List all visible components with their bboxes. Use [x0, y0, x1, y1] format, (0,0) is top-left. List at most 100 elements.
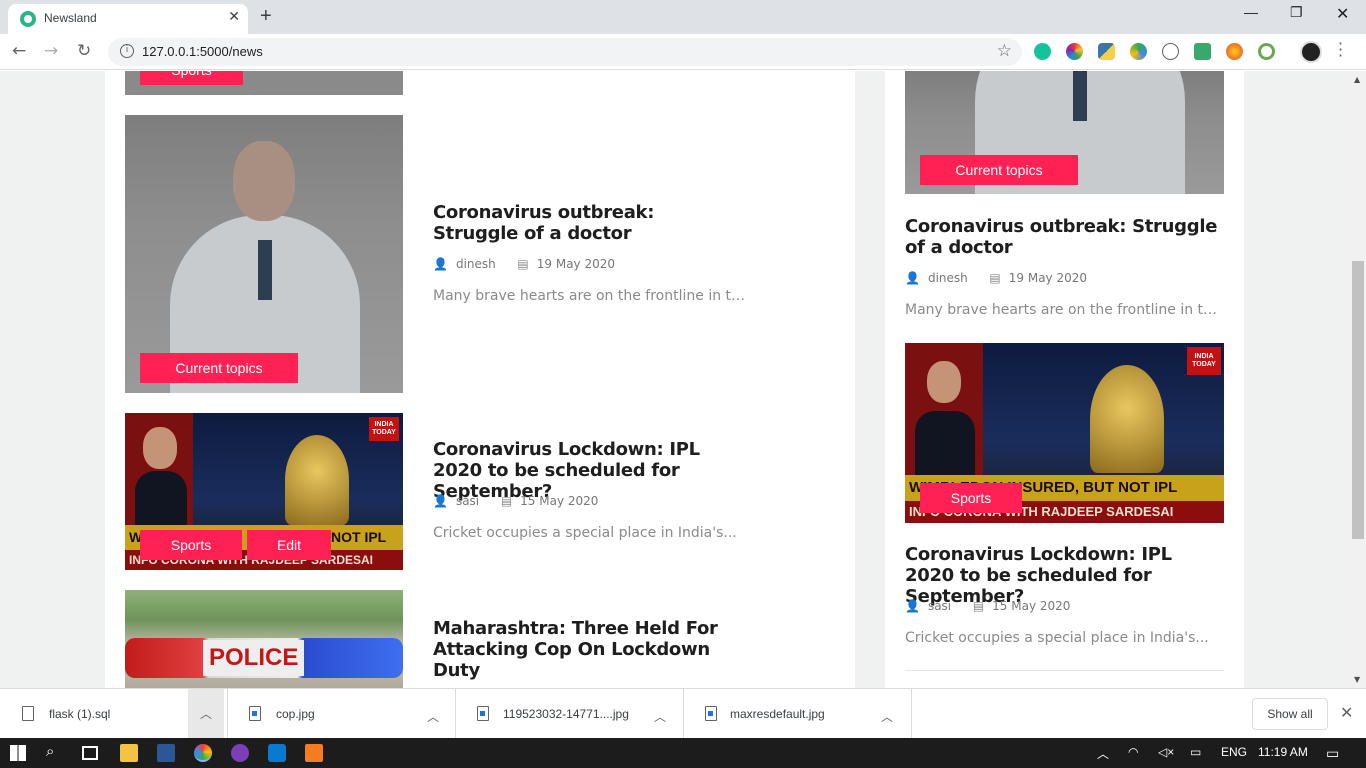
image-file-icon	[705, 706, 717, 721]
code-extension-icon[interactable]	[1162, 43, 1179, 60]
sidebar-article-title[interactable]: Coronavirus Lockdown: IPL 2020 to be sch…	[905, 544, 1225, 607]
clock[interactable]: 11:19 AM	[1258, 745, 1308, 759]
restore-icon[interactable]: ❐	[1290, 4, 1303, 21]
chevron-up-icon[interactable]: ︿	[869, 705, 905, 729]
police-sign: POLICE	[203, 640, 305, 676]
grammarly-extension-icon[interactable]	[1034, 43, 1051, 60]
chevron-up-icon[interactable]: ︿	[188, 689, 224, 739]
wifi-icon[interactable]: ◠	[1128, 745, 1138, 759]
new-tab-icon[interactable]: +	[260, 5, 272, 28]
user-icon: 👤	[433, 494, 448, 508]
category-tag-current-topics[interactable]: Current topics	[140, 353, 298, 383]
favicon-icon	[20, 11, 36, 27]
doctor-tie	[1073, 71, 1087, 121]
scroll-thumb[interactable]	[1352, 261, 1364, 539]
sidebar-tag-sports[interactable]: Sports	[920, 483, 1022, 513]
sidebar-article-title[interactable]: Coronavirus outbreak: Struggle of a doct…	[905, 216, 1225, 258]
sidebar-tag-current-topics[interactable]: Current topics	[920, 155, 1078, 185]
app-purple-icon[interactable]	[231, 744, 249, 762]
download-item[interactable]: flask (1).sql ︿	[0, 689, 228, 739]
windows-taskbar: ⌕ ︿ ◠ ◁× ▭ ENG 11:19 AM ▭	[0, 738, 1366, 768]
show-all-downloads-button[interactable]: Show all	[1252, 698, 1328, 730]
ipl-trophy	[285, 435, 349, 525]
globe-extension-icon[interactable]	[1130, 43, 1147, 60]
info-icon[interactable]: i	[120, 44, 134, 58]
ring-extension-icon[interactable]	[1258, 43, 1275, 60]
chevron-up-icon[interactable]: ︿	[415, 705, 451, 729]
article-meta: 👤 dinesh ▤ 19 May 2020	[433, 257, 615, 271]
download-filename[interactable]: maxresdefault.jpg	[730, 707, 825, 721]
article-title[interactable]: Coronavirus Lockdown: IPL 2020 to be sch…	[433, 439, 733, 502]
calendar-icon: ▤	[972, 599, 985, 613]
address-url[interactable]: 127.0.0.1:5000/news	[142, 44, 263, 59]
windows-start-icon[interactable]	[10, 745, 26, 761]
chevron-up-icon[interactable]: ︿	[642, 705, 678, 729]
back-icon[interactable]: ←	[12, 41, 26, 61]
india-today-logo: INDIA TODAY	[369, 417, 399, 441]
sidebar-article-date: 19 May 2020	[1008, 271, 1087, 285]
file-icon	[22, 706, 34, 721]
sidebar-article-meta: 👤 dinesh ▤ 19 May 2020	[905, 271, 1087, 285]
download-filename[interactable]: cop.jpg	[276, 707, 315, 721]
news-image-police[interactable]: POLICE	[125, 590, 403, 688]
minimize-icon[interactable]: —	[1244, 4, 1258, 20]
doctor-head	[233, 141, 295, 221]
download-item[interactable]: 119523032-14771....jpg ︿	[456, 689, 684, 739]
language-indicator[interactable]: ENG	[1221, 745, 1247, 759]
browser-toolbar: ← → ↻ i 127.0.0.1:5000/news ☆ · · ·	[0, 34, 1366, 70]
forward-icon[interactable]: →	[44, 41, 58, 61]
article-title[interactable]: Coronavirus outbreak: Struggle of a doct…	[433, 202, 733, 244]
color-picker-extension-icon[interactable]	[1066, 43, 1083, 60]
bookmark-star-icon[interactable]: ☆	[997, 41, 1012, 61]
word-icon[interactable]	[157, 744, 175, 762]
user-icon: 👤	[905, 271, 920, 285]
article-date: 15 May 2020	[520, 494, 599, 508]
user-icon: 👤	[433, 257, 448, 271]
reload-icon[interactable]: ↻	[77, 41, 91, 61]
sidebar-article-author: sasi	[927, 599, 952, 613]
xampp-icon[interactable]	[305, 744, 323, 762]
graduation-extension-icon[interactable]	[1194, 43, 1211, 60]
ipl-anchor-body	[135, 471, 187, 531]
category-tag-top[interactable]: Sports	[140, 71, 243, 85]
category-tag-sports[interactable]: Sports	[140, 530, 242, 560]
profile-avatar[interactable]	[1300, 41, 1322, 63]
sidebar-article-excerpt: Cricket occupies a special place in Indi…	[905, 630, 1209, 646]
close-window-icon[interactable]: ✕	[1336, 4, 1349, 24]
image-file-icon	[477, 706, 489, 721]
scroll-down-icon[interactable]: ▼	[1354, 675, 1360, 684]
address-bar[interactable]: i 127.0.0.1:5000/news ☆	[108, 38, 1022, 66]
article-excerpt: Cricket occupies a special place in Indi…	[433, 525, 737, 541]
article-excerpt: Many brave hearts are on the frontline i…	[433, 288, 753, 304]
page-scrollbar[interactable]: ▲ ▼	[1350, 71, 1366, 688]
tab-strip: Newsland ✕ + — ❐ ✕	[0, 0, 1366, 34]
search-icon[interactable]: ⌕	[46, 743, 54, 760]
article-title[interactable]: Maharashtra: Three Held For Attacking Co…	[433, 618, 733, 681]
volume-muted-icon[interactable]: ◁×	[1158, 745, 1174, 759]
notifications-icon[interactable]: ▭	[1326, 745, 1339, 762]
article-meta: 👤 sasi ▤ 15 May 2020	[433, 494, 598, 508]
task-view-icon[interactable]	[82, 746, 98, 760]
download-item[interactable]: maxresdefault.jpg ︿	[684, 689, 912, 739]
tray-overflow-icon[interactable]: ︿	[1097, 745, 1109, 762]
sidebar-article-excerpt: Many brave hearts are on the frontline i…	[905, 302, 1223, 318]
python-extension-icon[interactable]	[1098, 43, 1115, 60]
scroll-up-icon[interactable]: ▲	[1354, 75, 1360, 84]
edit-button[interactable]: Edit	[247, 530, 331, 560]
page-viewport: Sports Current topics Coronavirus outbre…	[0, 71, 1350, 688]
doctor-tie	[258, 240, 272, 300]
fire-extension-icon[interactable]	[1226, 43, 1243, 60]
download-filename[interactable]: flask (1).sql	[49, 707, 110, 721]
close-tab-icon[interactable]: ✕	[228, 9, 240, 25]
close-downloads-icon[interactable]: ✕	[1340, 703, 1353, 722]
battery-icon[interactable]: ▭	[1190, 745, 1201, 759]
vscode-icon[interactable]	[268, 744, 286, 762]
download-item[interactable]: cop.jpg ︿	[228, 689, 456, 739]
browser-tab[interactable]: Newsland ✕	[8, 4, 248, 34]
article-author: sasi	[455, 494, 480, 508]
browser-menu-icon[interactable]: · · ·	[1338, 36, 1343, 64]
news-image-doctor[interactable]	[125, 115, 403, 393]
chrome-taskbar-icon[interactable]	[194, 744, 212, 762]
download-filename[interactable]: 119523032-14771....jpg	[503, 707, 629, 721]
file-explorer-icon[interactable]	[120, 744, 138, 762]
